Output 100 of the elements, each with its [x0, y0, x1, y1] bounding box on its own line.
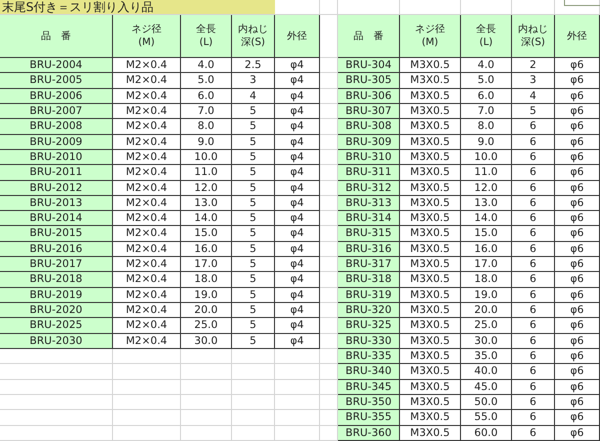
table-cell: M3X0.5: [400, 348, 461, 364]
table-cell: 20.0: [461, 303, 512, 318]
table-cell: M2×0.4: [113, 257, 181, 272]
table-cell: BRU-335: [338, 348, 400, 364]
table-cell: φ6: [555, 58, 600, 74]
empty-cell: [181, 394, 232, 410]
table-cell: 20.0: [181, 303, 232, 318]
table-cell: BRU-340: [338, 364, 400, 380]
table-cell: BRU-2017: [0, 257, 113, 272]
table-cell: φ4: [275, 318, 320, 334]
table-cell: φ6: [555, 119, 600, 135]
table-cell: φ6: [555, 380, 600, 395]
table-cell: M3X0.5: [400, 257, 461, 272]
table-cell: M3X0.5: [400, 165, 461, 180]
empty-cell: [320, 0, 338, 15]
table-cell: M2×0.4: [113, 58, 181, 74]
table-cell: 4: [232, 88, 275, 104]
table-cell: 6: [512, 426, 555, 441]
empty-cell: [275, 380, 320, 395]
table-cell: 25.0: [181, 318, 232, 334]
table-cell: M2×0.4: [113, 196, 181, 212]
column-header: 全長(L): [195, 23, 217, 49]
empty-cell: [113, 380, 181, 395]
table-cell: BRU-2012: [0, 180, 113, 196]
table-cell: 6: [512, 380, 555, 395]
empty-cell: [232, 348, 275, 364]
table-cell: BRU-2008: [0, 119, 113, 135]
table-cell: φ6: [555, 318, 600, 334]
table-cell: BRU-309: [338, 134, 400, 150]
column-header: 内ねじ深(S): [518, 23, 548, 49]
table-cell: φ6: [555, 88, 600, 104]
table-cell: φ6: [555, 334, 600, 349]
table-cell: 8.0: [461, 119, 512, 135]
table-cell: φ4: [275, 257, 320, 272]
empty-cell: [181, 348, 232, 364]
table-cell: 5: [232, 134, 275, 150]
empty-cell: [232, 426, 275, 441]
column-header: ネジ径(M): [414, 23, 446, 49]
table-cell: M2×0.4: [113, 334, 181, 349]
table-cell: φ6: [555, 134, 600, 150]
empty-cell: [275, 364, 320, 380]
table-cell: BRU-2011: [0, 165, 113, 180]
empty-cell: [113, 364, 181, 380]
table-cell: 6: [512, 348, 555, 364]
table-cell: 6: [512, 364, 555, 380]
table-cell: BRU-2016: [0, 242, 113, 258]
table-cell: M3X0.5: [400, 134, 461, 150]
table-cell: 12.0: [461, 180, 512, 196]
table-cell: 8.0: [181, 119, 232, 135]
table-cell: 5: [232, 165, 275, 180]
table-cell: 5: [232, 226, 275, 242]
table-cell: 6.0: [461, 88, 512, 104]
table-cell: 6: [512, 196, 555, 212]
table-cell: φ6: [555, 348, 600, 364]
table-cell: φ6: [555, 242, 600, 258]
table-cell: φ4: [275, 272, 320, 288]
table-cell: BRU-307: [338, 104, 400, 120]
table-cell: BRU-320: [338, 303, 400, 318]
table-cell: 5: [232, 272, 275, 288]
table-cell: 6: [512, 150, 555, 166]
table-cell: 6: [512, 226, 555, 242]
table-cell: 6: [512, 394, 555, 410]
table-cell: φ4: [275, 88, 320, 104]
table-cell: M2×0.4: [113, 272, 181, 288]
table-cell: 17.0: [181, 257, 232, 272]
column-header: 全長(L): [475, 23, 497, 49]
empty-cell: [232, 410, 275, 426]
table-cell: M3X0.5: [400, 196, 461, 212]
table-cell: 30.0: [461, 334, 512, 349]
table-cell: 5: [232, 257, 275, 272]
table-cell: BRU-2010: [0, 150, 113, 166]
column-header: 外径: [286, 30, 308, 42]
table-cell: 13.0: [461, 196, 512, 212]
table-cell: BRU-312: [338, 180, 400, 196]
sheet-title: 末尾S付き＝スリ割り入り品: [0, 0, 275, 15]
table-cell: φ4: [275, 180, 320, 196]
table-cell: M2×0.4: [113, 150, 181, 166]
table-cell: BRU-2015: [0, 226, 113, 242]
table-cell: BRU-317: [338, 257, 400, 272]
table-cell: 5: [232, 211, 275, 226]
table-cell: M3X0.5: [400, 104, 461, 120]
table-cell: 60.0: [461, 426, 512, 441]
table-cell: 4.0: [461, 58, 512, 74]
table-cell: BRU-306: [338, 88, 400, 104]
table-cell: M3X0.5: [400, 380, 461, 395]
table-cell: M2×0.4: [113, 226, 181, 242]
table-cell: BRU-304: [338, 58, 400, 74]
table-cell: 11.0: [461, 165, 512, 180]
table-cell: M2×0.4: [113, 288, 181, 303]
table-cell: 12.0: [181, 180, 232, 196]
table-cell: φ6: [555, 226, 600, 242]
table-cell: 15.0: [181, 226, 232, 242]
table-cell: φ4: [275, 242, 320, 258]
shape-outline: [564, 0, 600, 6]
table-cell: φ4: [275, 226, 320, 242]
table-cell: M3X0.5: [400, 119, 461, 135]
table-cell: 6: [512, 318, 555, 334]
table-cell: φ4: [275, 211, 320, 226]
table-cell: M3X0.5: [400, 303, 461, 318]
table-cell: M2×0.4: [113, 134, 181, 150]
